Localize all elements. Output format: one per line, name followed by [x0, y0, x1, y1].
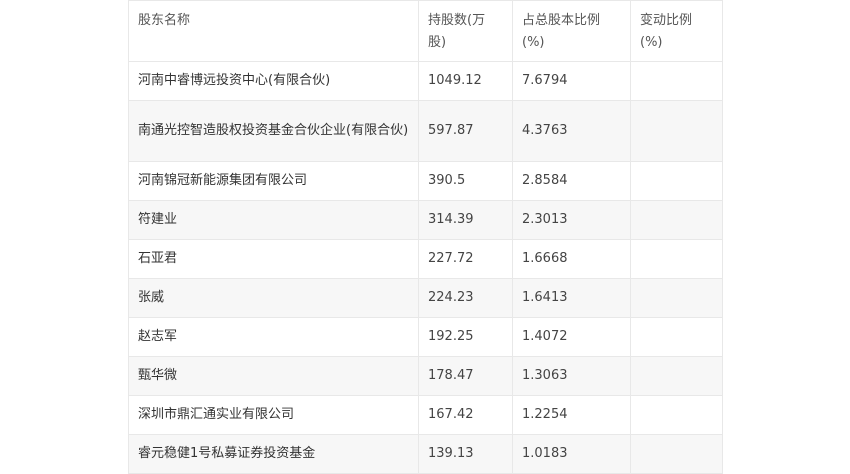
cell-ratio: 1.6413 [512, 278, 631, 318]
cell-name: 河南中睿博远投资中心(有限合伙) [128, 61, 419, 101]
cell-name: 甄华微 [128, 356, 419, 396]
cell-change [630, 317, 723, 357]
cell-ratio: 1.6668 [512, 239, 631, 279]
table-row: 河南中睿博远投资中心(有限合伙) 1049.12 7.6794 [128, 61, 723, 101]
cell-shares: 597.87 [418, 100, 513, 162]
cell-ratio: 7.6794 [512, 61, 631, 101]
cell-change [630, 278, 723, 318]
table-row: 深圳市鼎汇通实业有限公司 167.42 1.2254 [128, 395, 723, 435]
cell-change [630, 100, 723, 162]
header-ratio: 占总股本比例(%) [512, 0, 631, 62]
cell-name: 深圳市鼎汇通实业有限公司 [128, 395, 419, 435]
cell-ratio: 2.8584 [512, 161, 631, 201]
header-shares: 持股数(万股) [418, 0, 513, 62]
cell-change [630, 239, 723, 279]
cell-change [630, 161, 723, 201]
cell-shares: 1049.12 [418, 61, 513, 101]
shareholder-table: 股东名称 持股数(万股) 占总股本比例(%) 变动比例(%) 河南中睿博远投资中… [128, 0, 723, 474]
table-row: 张威 224.23 1.6413 [128, 278, 723, 318]
cell-shares: 192.25 [418, 317, 513, 357]
cell-name: 赵志军 [128, 317, 419, 357]
cell-ratio: 4.3763 [512, 100, 631, 162]
table-row: 河南锦冠新能源集团有限公司 390.5 2.8584 [128, 161, 723, 201]
table-row: 甄华微 178.47 1.3063 [128, 356, 723, 396]
table-row: 赵志军 192.25 1.4072 [128, 317, 723, 357]
shareholder-table-container: 股东名称 持股数(万股) 占总股本比例(%) 变动比例(%) 河南中睿博远投资中… [128, 0, 723, 474]
cell-name: 河南锦冠新能源集团有限公司 [128, 161, 419, 201]
cell-shares: 227.72 [418, 239, 513, 279]
cell-change [630, 61, 723, 101]
cell-shares: 178.47 [418, 356, 513, 396]
cell-ratio: 1.4072 [512, 317, 631, 357]
table-header-row: 股东名称 持股数(万股) 占总股本比例(%) 变动比例(%) [128, 0, 723, 62]
cell-shares: 139.13 [418, 434, 513, 474]
cell-change [630, 434, 723, 474]
cell-change [630, 200, 723, 240]
cell-change [630, 395, 723, 435]
cell-ratio: 2.3013 [512, 200, 631, 240]
header-change: 变动比例(%) [630, 0, 723, 62]
cell-ratio: 1.0183 [512, 434, 631, 474]
cell-name: 南通光控智造股权投资基金合伙企业(有限合伙) [128, 100, 419, 162]
table-row: 睿元稳健1号私募证券投资基金 139.13 1.0183 [128, 434, 723, 474]
cell-shares: 167.42 [418, 395, 513, 435]
cell-shares: 390.5 [418, 161, 513, 201]
table-row: 符建业 314.39 2.3013 [128, 200, 723, 240]
cell-change [630, 356, 723, 396]
table-row: 南通光控智造股权投资基金合伙企业(有限合伙) 597.87 4.3763 [128, 100, 723, 162]
cell-name: 符建业 [128, 200, 419, 240]
cell-name: 睿元稳健1号私募证券投资基金 [128, 434, 419, 474]
cell-shares: 314.39 [418, 200, 513, 240]
cell-name: 石亚君 [128, 239, 419, 279]
cell-ratio: 1.3063 [512, 356, 631, 396]
header-shareholder-name: 股东名称 [128, 0, 419, 62]
cell-ratio: 1.2254 [512, 395, 631, 435]
table-row: 石亚君 227.72 1.6668 [128, 239, 723, 279]
cell-name: 张威 [128, 278, 419, 318]
cell-shares: 224.23 [418, 278, 513, 318]
